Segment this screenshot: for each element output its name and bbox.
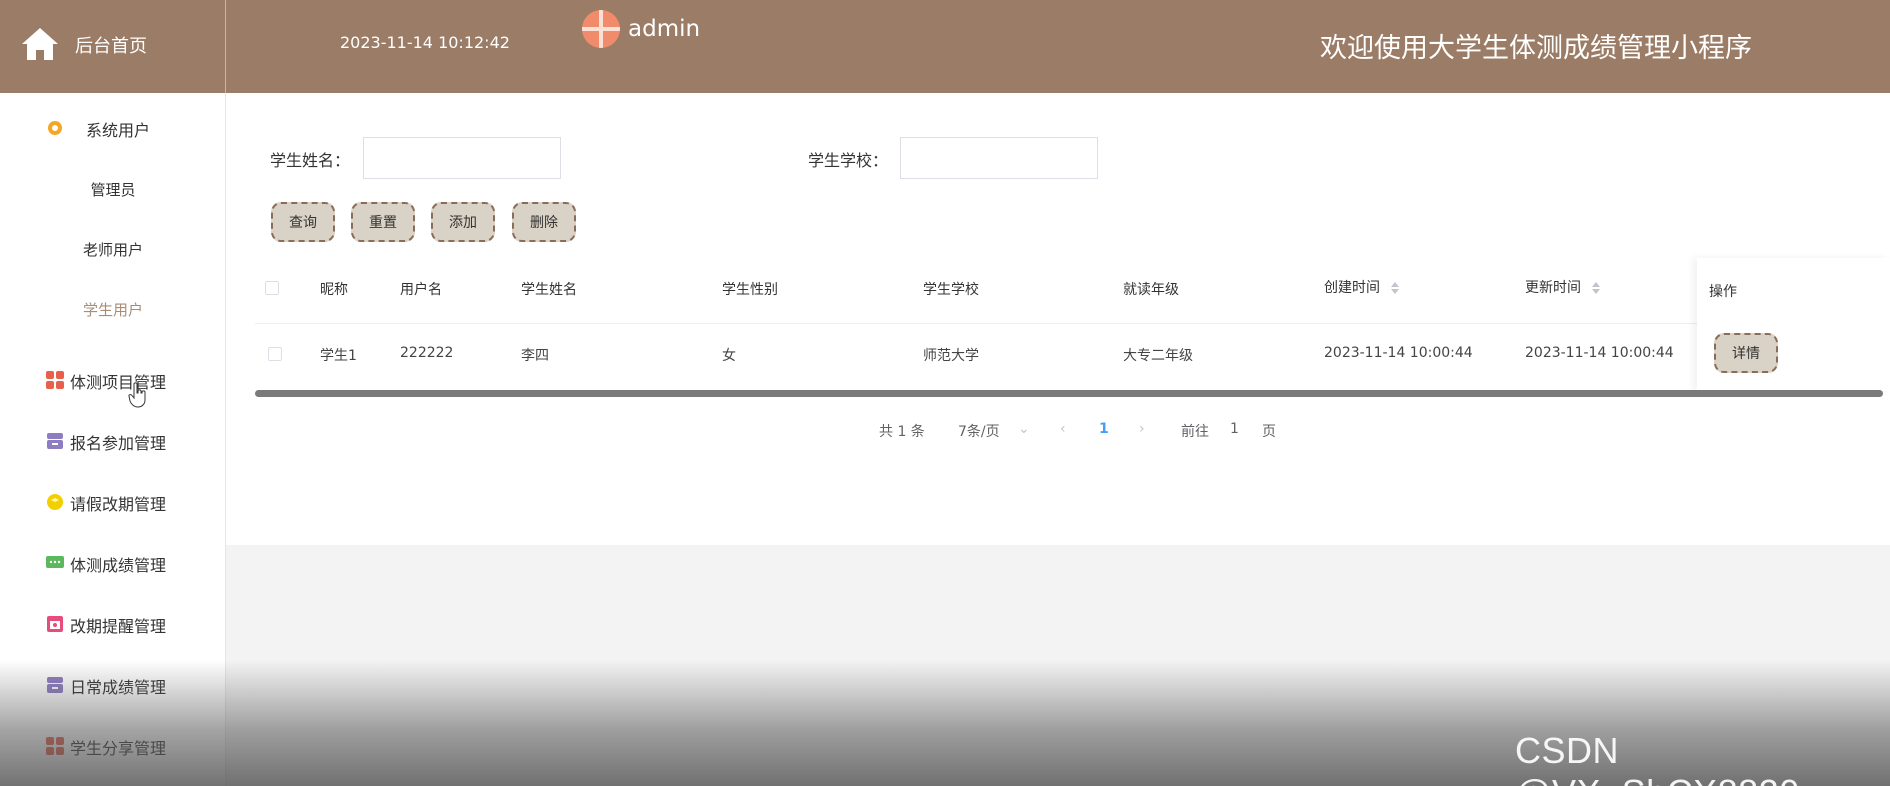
grid-icon: [46, 371, 64, 389]
column-header-grade: 就读年级: [1123, 282, 1179, 298]
gear-icon: [48, 121, 62, 135]
goto-label: 前往: [1181, 424, 1209, 440]
archive-icon: [47, 677, 63, 693]
message-icon: [46, 556, 64, 568]
student-school-input[interactable]: [900, 137, 1098, 179]
sidebar-item-reschedule-reminders[interactable]: 改期提醒管理: [0, 603, 226, 643]
delete-button[interactable]: 删除: [512, 202, 576, 242]
row-checkbox[interactable]: [268, 347, 282, 361]
sidebar-item-daily-scores[interactable]: 日常成绩管理: [0, 664, 226, 704]
hand-cursor-icon: [128, 382, 146, 408]
home-icon: [22, 28, 58, 60]
student-school-label: 学生学校：: [808, 151, 889, 170]
username[interactable]: admin: [628, 16, 700, 42]
prev-page-icon[interactable]: ‹: [1060, 421, 1066, 437]
submenu-admin[interactable]: 管理员: [0, 170, 226, 210]
sidebar-item-label: 学生分享管理: [70, 739, 167, 758]
sidebar-item-label: 日常成绩管理: [70, 678, 167, 697]
sort-icon[interactable]: [1390, 281, 1400, 295]
sidebar-item-system-users[interactable]: 系统用户: [0, 107, 226, 147]
sidebar-item-registration[interactable]: 报名参加管理: [0, 420, 226, 460]
sidebar-item-label: 系统用户: [86, 121, 151, 140]
cell-grade: 大专二年级: [1123, 348, 1193, 364]
sidebar-item-student-sharing[interactable]: 学生分享管理: [0, 725, 226, 765]
grid-icon: [46, 737, 64, 755]
sidebar-item-label: 改期提醒管理: [70, 617, 167, 636]
column-header-created-time[interactable]: 创建时间: [1324, 277, 1400, 297]
current-datetime: 2023-11-14 10:12:42: [340, 33, 510, 52]
pagination-total: 共 1 条: [879, 424, 925, 440]
column-header-student-name: 学生姓名: [521, 282, 577, 298]
student-name-label: 学生姓名：: [270, 151, 351, 170]
page-size-select[interactable]: 7条/页: [958, 421, 1000, 441]
cell-gender: 女: [722, 348, 736, 364]
column-header-operations: 操作: [1709, 284, 1737, 300]
archive-icon: [47, 433, 63, 449]
query-button[interactable]: 查询: [271, 202, 335, 242]
cell-updated-time: 2023-11-14 10:00:44: [1525, 345, 1674, 361]
cell-username: 222222: [400, 345, 454, 361]
sidebar-item-label: 请假改期管理: [70, 495, 167, 514]
sort-icon[interactable]: [1591, 281, 1601, 295]
select-all-checkbox[interactable]: [265, 281, 279, 295]
goto-page-input[interactable]: 1: [1230, 421, 1239, 437]
cell-school: 师范大学: [923, 348, 979, 364]
sidebar: 系统用户 管理员 老师用户 学生用户 体测项目管理 报名参加管理 请假改期管理: [0, 93, 226, 786]
sidebar-item-test-scores[interactable]: 体测成绩管理: [0, 542, 226, 582]
chevron-down-icon[interactable]: ⌄: [1018, 421, 1030, 437]
submenu-teacher-users[interactable]: 老师用户: [0, 230, 226, 270]
sidebar-item-label: 报名参加管理: [70, 434, 167, 453]
page-suffix: 页: [1262, 424, 1276, 440]
horizontal-scrollbar[interactable]: [255, 390, 1883, 397]
home-label: 后台首页: [75, 36, 147, 57]
column-header-nickname: 昵称: [320, 282, 348, 298]
avatar-icon: [582, 10, 620, 48]
student-name-input[interactable]: [363, 137, 561, 179]
next-page-icon[interactable]: ›: [1139, 421, 1145, 437]
watermark-text: CSDN @VX_ShCX8820: [1515, 730, 1799, 786]
column-header-label: 更新时间: [1525, 280, 1581, 296]
column-header-label: 创建时间: [1324, 280, 1380, 296]
sidebar-item-leave-reschedule[interactable]: 请假改期管理: [0, 481, 226, 521]
cell-student-name: 李四: [521, 348, 549, 364]
header-divider: [255, 323, 1885, 324]
top-header: 后台首页 2023-11-14 10:12:42 admin 欢迎使用大学生体测…: [0, 0, 1890, 93]
reset-button[interactable]: 重置: [351, 202, 415, 242]
cell-created-time: 2023-11-14 10:00:44: [1324, 345, 1473, 361]
column-header-username: 用户名: [400, 282, 442, 298]
welcome-title: 欢迎使用大学生体测成绩管理小程序: [1320, 33, 1752, 64]
sidebar-item-label: 体测成绩管理: [70, 556, 167, 575]
column-header-gender: 学生性别: [722, 282, 778, 298]
column-header-school: 学生学校: [923, 282, 979, 298]
cell-nickname: 学生1: [320, 348, 357, 364]
submenu-student-users[interactable]: 学生用户: [0, 290, 226, 330]
user-avatar[interactable]: [582, 10, 620, 48]
add-button[interactable]: 添加: [431, 202, 495, 242]
calendar-icon: [47, 616, 63, 632]
current-page[interactable]: 1: [1099, 421, 1109, 437]
sidebar-item-test-projects[interactable]: 体测项目管理: [0, 359, 226, 399]
column-header-updated-time[interactable]: 更新时间: [1525, 277, 1601, 297]
cube-icon: [47, 494, 63, 510]
sidebar-item-label: 体测项目管理: [70, 373, 167, 392]
detail-button[interactable]: 详情: [1714, 333, 1778, 373]
home-link[interactable]: 后台首页: [0, 0, 226, 93]
